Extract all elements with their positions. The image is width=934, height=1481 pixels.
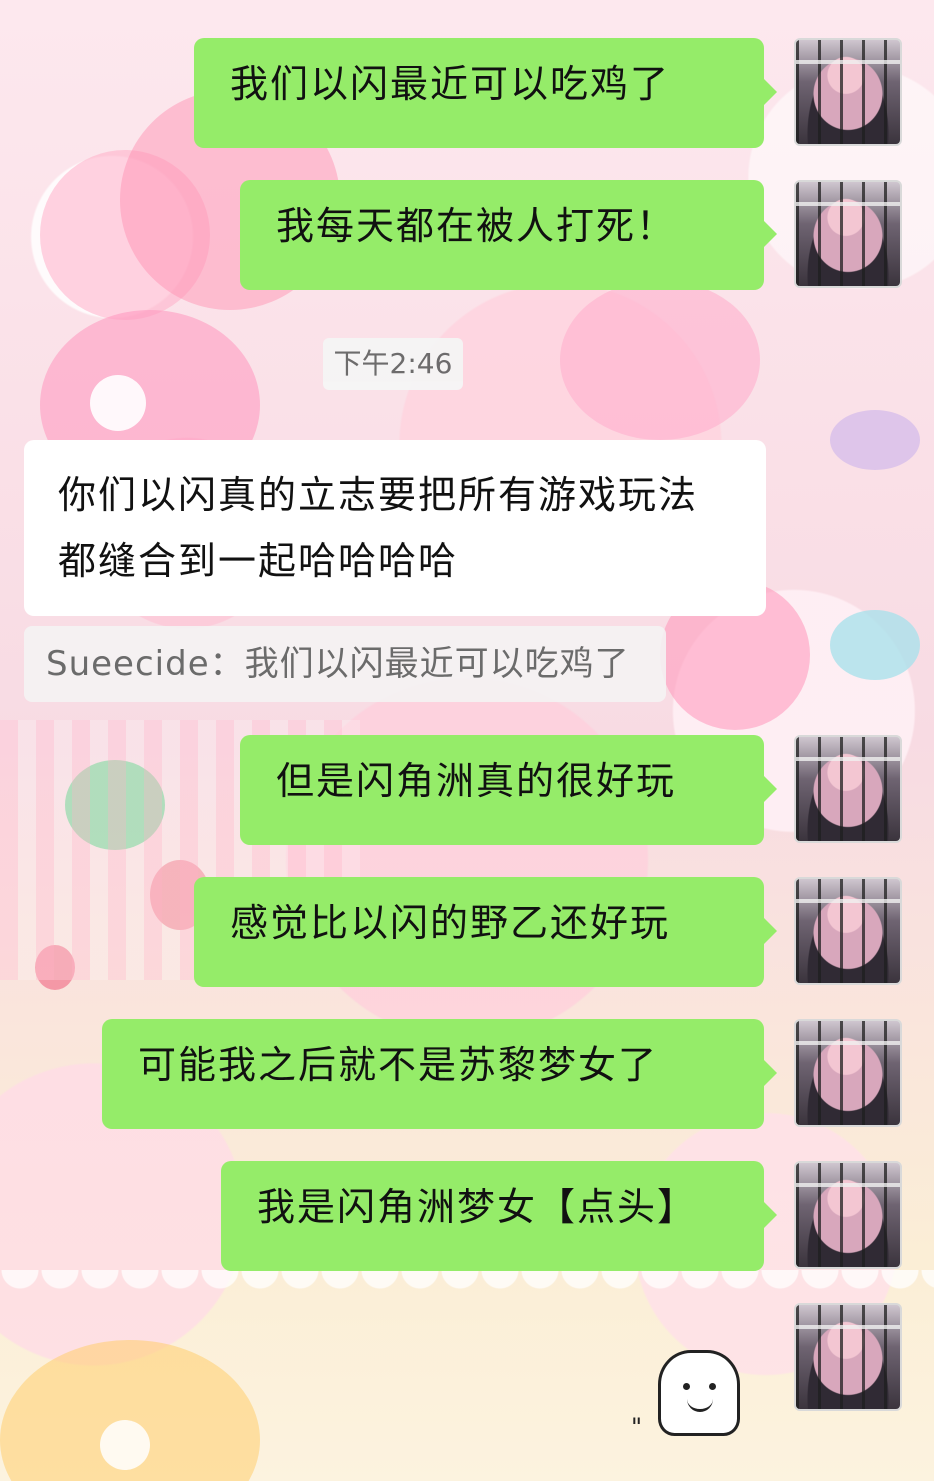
background-wave-decoration xyxy=(0,1270,934,1300)
message-text: 但是闪角洲真的很好玩 xyxy=(276,759,677,803)
my-avatar[interactable] xyxy=(794,735,902,843)
sent-message-bubble[interactable]: 但是闪角洲真的很好玩 xyxy=(240,735,777,845)
message-timestamp: 下午2:46 xyxy=(323,338,463,390)
sent-message-bubble[interactable]: 感觉比以闪的野乙还好玩 xyxy=(194,877,777,987)
background-cloud-decoration xyxy=(560,280,760,440)
my-avatar[interactable] xyxy=(794,1303,902,1411)
ghost-sticker-icon[interactable]: " xyxy=(631,1350,740,1441)
my-avatar[interactable] xyxy=(794,877,902,985)
message-text: 我们以闪最近可以吃鸡了 xyxy=(230,62,671,106)
my-avatar[interactable] xyxy=(794,38,902,146)
sent-message-bubble[interactable]: 我们以闪最近可以吃鸡了 xyxy=(194,38,777,148)
quoted-message[interactable]: Sueecide：我们以闪最近可以吃鸡了 xyxy=(24,626,666,702)
message-text: 可能我之后就不是苏黎梦女了 xyxy=(138,1043,659,1087)
my-avatar[interactable] xyxy=(794,1161,902,1269)
sent-message-bubble[interactable]: 我每天都在被人打死！ xyxy=(240,180,777,290)
background-shell-decoration xyxy=(830,410,920,470)
my-avatar[interactable] xyxy=(794,180,902,288)
message-text: 我每天都在被人打死！ xyxy=(276,204,677,248)
background-flower-decoration xyxy=(100,1420,150,1470)
message-text: 我是闪角洲梦女【点头】 xyxy=(257,1185,698,1229)
background-shell-decoration xyxy=(830,610,920,680)
message-text: 感觉比以闪的野乙还好玩 xyxy=(230,901,671,945)
sent-message-bubble[interactable]: 我是闪角洲梦女【点头】 xyxy=(221,1161,777,1271)
background-flower-decoration xyxy=(90,375,146,431)
message-text: 你们以闪真的立志要把所有游戏玩法都缝合到一起哈哈哈哈 xyxy=(58,473,699,583)
sent-message-bubble[interactable]: 可能我之后就不是苏黎梦女了 xyxy=(102,1019,777,1129)
my-avatar[interactable] xyxy=(794,1019,902,1127)
received-message-bubble[interactable]: 你们以闪真的立志要把所有游戏玩法都缝合到一起哈哈哈哈 xyxy=(24,440,766,616)
